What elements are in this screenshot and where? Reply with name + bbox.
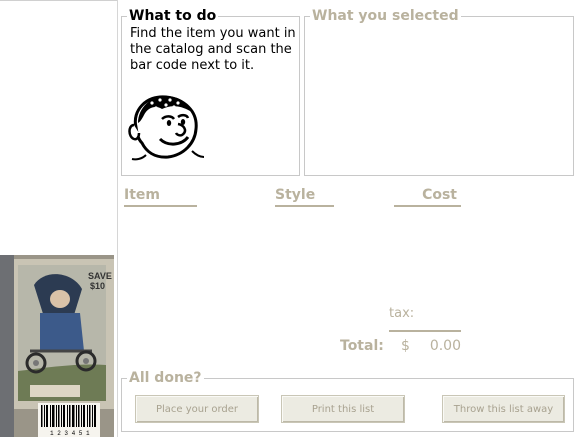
column-header-item: Item xyxy=(124,187,197,207)
what-you-selected-panel: What you selected xyxy=(304,8,574,176)
tax-rule xyxy=(389,330,461,332)
total-label: Total: xyxy=(340,338,384,354)
place-order-button[interactable]: Place your order xyxy=(135,395,259,423)
stroller-photo-image: SAVE $10 1 2 3 4 5 1 xyxy=(0,255,114,437)
all-done-panel: All done? Place your order Print this li… xyxy=(121,370,574,432)
total-value: 0.00 xyxy=(429,338,461,354)
svg-text:1 2 3 4 5 1: 1 2 3 4 5 1 xyxy=(50,430,90,437)
catalog-photo: SAVE $10 1 2 3 4 5 1 xyxy=(0,255,114,437)
what-you-selected-title: What you selected xyxy=(310,8,461,24)
instructions-text: Find the item you want in the catalog an… xyxy=(130,26,296,73)
column-header-cost: Cost xyxy=(394,187,461,207)
svg-text:$10: $10 xyxy=(90,281,105,291)
what-to-do-panel: What to do Find the item you want in the… xyxy=(121,8,300,176)
column-header-style: Style xyxy=(275,187,334,207)
tax-label: tax: xyxy=(389,306,415,321)
currency-symbol: $ xyxy=(401,338,410,354)
print-list-button[interactable]: Print this list xyxy=(281,395,405,423)
throw-away-button[interactable]: Throw this list away xyxy=(442,395,565,423)
save-badge: SAVE xyxy=(88,271,112,281)
left-divider xyxy=(117,0,118,437)
cartoon-man-icon xyxy=(128,95,205,161)
what-to-do-title: What to do xyxy=(127,8,219,24)
top-left-rule xyxy=(0,0,117,1)
all-done-title: All done? xyxy=(127,370,204,386)
